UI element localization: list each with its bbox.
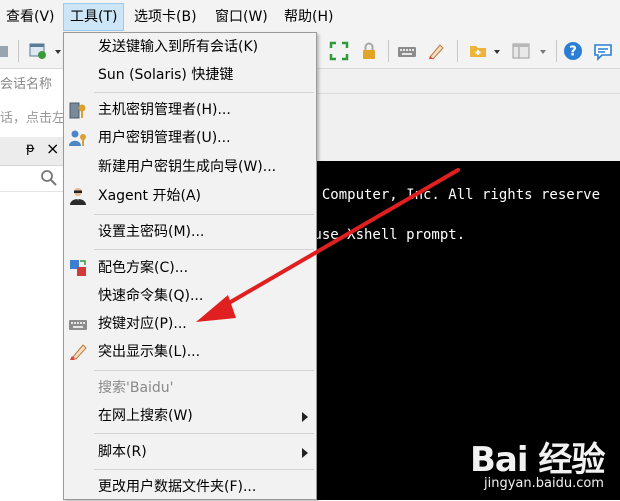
session-name-placeholder: 会话名称	[0, 77, 53, 92]
menu-item-label: Sun (Solaris) 快捷键	[98, 67, 234, 83]
submenu-arrow-icon	[302, 412, 308, 422]
session-hint: 话，点击左	[0, 103, 64, 135]
terminal-line: g Computer, Inc. All rights reserve	[305, 187, 601, 203]
menu-separator	[94, 370, 314, 371]
user-key-icon	[69, 130, 86, 146]
menu-item-label: 按键对应(P)...	[98, 316, 187, 332]
menu-item-label: 主机密钥管理者(H)...	[98, 102, 231, 118]
menu-help[interactable]: 帮助(H)	[278, 3, 339, 31]
search-icon[interactable]	[40, 169, 58, 187]
menu-item-host-key-manager[interactable]: 主机密钥管理者(H)...	[64, 96, 316, 124]
menu-item-color-scheme[interactable]: 配色方案(C)...	[64, 254, 316, 282]
menu-item-label: 发送键输入到所有会话(K)	[98, 39, 259, 55]
chevron-down-icon[interactable]	[533, 41, 553, 61]
new-folder-icon[interactable]	[468, 41, 488, 61]
menu-item-sun-shortcuts[interactable]: Sun (Solaris) 快捷键	[64, 61, 316, 89]
submenu-arrow-icon	[302, 448, 308, 458]
menu-item-label: 设置主密码(M)...	[98, 224, 205, 240]
svg-text:?: ?	[569, 45, 577, 60]
menu-item-quick-commands[interactable]: 快速命令集(Q)...	[64, 282, 316, 310]
highlight-icon	[70, 344, 87, 360]
menu-item-send-key-input[interactable]: 发送键输入到所有会话(K)	[64, 33, 316, 61]
menu-item-label: 脚本(R)	[98, 444, 147, 460]
menu-window[interactable]: 窗口(W)	[209, 3, 274, 31]
menu-item-change-user-data-folder[interactable]: 更改用户数据文件夹(F)...	[64, 473, 316, 501]
close-icon[interactable]: ×	[46, 139, 59, 158]
toolbar-partial-icon[interactable]	[0, 41, 12, 61]
chat-icon[interactable]	[593, 41, 613, 61]
menu-bar: 查看(V) 工具(T) 选项卡(B) 窗口(W) 帮助(H)	[0, 0, 620, 35]
menu-item-label: Xagent 开始(A)	[98, 188, 201, 204]
watermark-site: jingyan.baidu.com	[484, 476, 604, 491]
keyboard-icon	[69, 320, 87, 330]
menu-item-search-web[interactable]: 在网上搜索(W)	[64, 402, 316, 430]
panel-search[interactable]	[0, 165, 64, 192]
panel-header: ᵽ ×	[0, 137, 64, 166]
menu-separator	[94, 433, 314, 434]
menu-item-key-mapping[interactable]: 按键对应(P)...	[64, 310, 316, 338]
menu-tabs[interactable]: 选项卡(B)	[128, 3, 203, 31]
menu-item-label: 更改用户数据文件夹(F)...	[98, 479, 257, 495]
session-panel: 会话名称 话，点击左 ᵽ ×	[0, 69, 64, 500]
xagent-icon	[70, 188, 86, 205]
menu-separator	[94, 469, 314, 470]
menu-separator	[94, 249, 314, 250]
menu-item-label: 搜索'Baidu'	[98, 380, 174, 396]
menu-tools[interactable]: 工具(T)	[63, 3, 125, 31]
menu-item-label: 新建用户密钥生成向导(W)...	[98, 159, 277, 175]
fullscreen-icon[interactable]	[329, 41, 349, 61]
help-icon[interactable]: ?	[563, 41, 583, 61]
session-settings-icon[interactable]	[28, 41, 48, 61]
menu-item-label: 在网上搜索(W)	[98, 408, 193, 424]
layout-icon[interactable]	[511, 41, 531, 61]
menu-item-user-key-manager[interactable]: 用户密钥管理者(U)...	[64, 124, 316, 152]
session-hint-text: 话，点击左	[0, 111, 64, 126]
pin-icon[interactable]: ᵽ	[26, 141, 35, 156]
menu-item-label: 配色方案(C)...	[98, 260, 189, 276]
color-scheme-icon	[70, 260, 86, 276]
session-name-field[interactable]: 会话名称	[0, 69, 64, 101]
menu-item-xagent-start[interactable]: Xagent 开始(A)	[64, 182, 316, 210]
toolbar-separator	[457, 40, 458, 62]
toolbar-separator	[556, 40, 557, 62]
lock-icon[interactable]	[359, 41, 379, 61]
menu-item-label: 用户密钥管理者(U)...	[98, 130, 231, 146]
watermark-brand: Bai 经验	[470, 440, 605, 480]
menu-item-label: 快速命令集(Q)...	[98, 288, 204, 304]
menu-item-search-baidu: 搜索'Baidu'	[64, 374, 316, 402]
host-key-icon	[69, 102, 86, 119]
toolbar-separator	[18, 40, 19, 62]
tools-menu: 发送键输入到所有会话(K) Sun (Solaris) 快捷键 主机密钥管理者(…	[63, 32, 317, 500]
menu-item-highlight-sets[interactable]: 突出显示集(L)...	[64, 338, 316, 366]
toolbar-separator	[388, 40, 389, 62]
menu-item-new-user-key-wizard[interactable]: 新建用户密钥生成向导(W)...	[64, 153, 316, 181]
menu-separator	[94, 92, 314, 93]
highlight-pen-icon[interactable]	[426, 41, 446, 61]
menu-item-set-master-password[interactable]: 设置主密码(M)...	[64, 218, 316, 246]
keyboard-icon[interactable]	[397, 41, 417, 61]
menu-item-script[interactable]: 脚本(R)	[64, 438, 316, 466]
menu-view[interactable]: 查看(V)	[0, 3, 61, 31]
terminal-line: use Xshell prompt.	[305, 227, 466, 243]
menu-separator	[94, 214, 314, 215]
menu-item-label: 突出显示集(L)...	[98, 344, 201, 360]
baidu-watermark: Bai 经验 jingyan.baidu.com	[470, 432, 620, 500]
chevron-down-icon[interactable]	[487, 41, 507, 61]
